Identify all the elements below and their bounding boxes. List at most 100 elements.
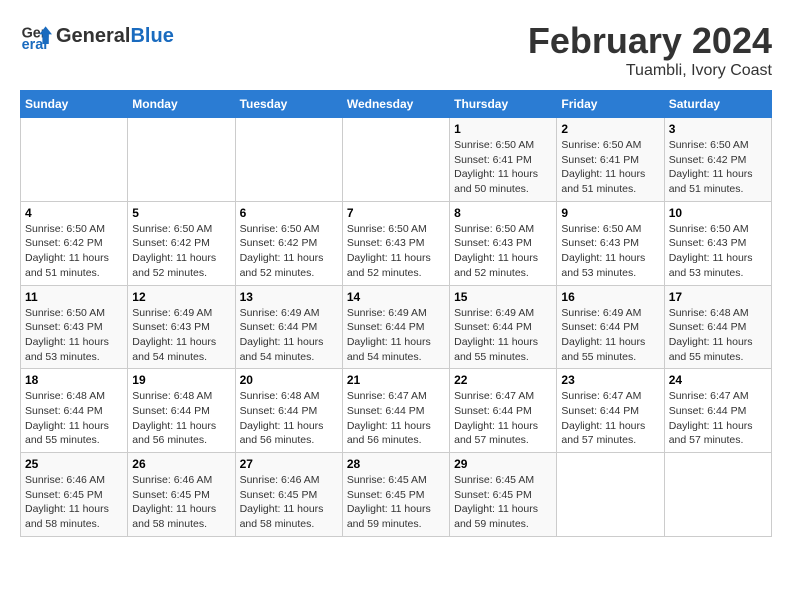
- day-info: Sunrise: 6:46 AM Sunset: 6:45 PM Dayligh…: [132, 473, 230, 532]
- day-number: 5: [132, 206, 230, 220]
- day-info: Sunrise: 6:50 AM Sunset: 6:43 PM Dayligh…: [669, 222, 767, 281]
- calendar-cell: 23 Sunrise: 6:47 AM Sunset: 6:44 PM Dayli…: [557, 369, 664, 453]
- day-info: Sunrise: 6:49 AM Sunset: 6:44 PM Dayligh…: [347, 306, 445, 365]
- day-number: 13: [240, 290, 338, 304]
- calendar-cell: 25 Sunrise: 6:46 AM Sunset: 6:45 PM Dayli…: [21, 453, 128, 537]
- day-info: Sunrise: 6:48 AM Sunset: 6:44 PM Dayligh…: [25, 389, 123, 448]
- day-info: Sunrise: 6:49 AM Sunset: 6:44 PM Dayligh…: [454, 306, 552, 365]
- day-number: 26: [132, 457, 230, 471]
- day-info: Sunrise: 6:47 AM Sunset: 6:44 PM Dayligh…: [454, 389, 552, 448]
- day-number: 15: [454, 290, 552, 304]
- day-number: 7: [347, 206, 445, 220]
- day-number: 23: [561, 373, 659, 387]
- calendar-cell: [21, 118, 128, 202]
- week-row-1: 1 Sunrise: 6:50 AM Sunset: 6:41 PM Daylig…: [21, 118, 772, 202]
- calendar-cell: 7Sunrise: 6:50 AM Sunset: 6:43 PM Daylig…: [342, 201, 449, 285]
- day-number: 24: [669, 373, 767, 387]
- calendar-cell: 2 Sunrise: 6:50 AM Sunset: 6:41 PM Daylig…: [557, 118, 664, 202]
- day-info: Sunrise: 6:50 AM Sunset: 6:43 PM Dayligh…: [25, 306, 123, 365]
- calendar-body: 1 Sunrise: 6:50 AM Sunset: 6:41 PM Daylig…: [21, 118, 772, 537]
- day-info: Sunrise: 6:47 AM Sunset: 6:44 PM Dayligh…: [561, 389, 659, 448]
- calendar-subtitle: Tuambli, Ivory Coast: [528, 62, 772, 80]
- day-info: Sunrise: 6:50 AM Sunset: 6:42 PM Dayligh…: [240, 222, 338, 281]
- header-row: SundayMondayTuesdayWednesdayThursdayFrid…: [21, 91, 772, 118]
- calendar-cell: 21 Sunrise: 6:47 AM Sunset: 6:44 PM Dayli…: [342, 369, 449, 453]
- day-number: 9: [561, 206, 659, 220]
- day-info: Sunrise: 6:45 AM Sunset: 6:45 PM Dayligh…: [454, 473, 552, 532]
- day-info: Sunrise: 6:50 AM Sunset: 6:41 PM Dayligh…: [454, 138, 552, 197]
- calendar-cell: [235, 118, 342, 202]
- day-number: 20: [240, 373, 338, 387]
- header-sunday: Sunday: [21, 91, 128, 118]
- day-info: Sunrise: 6:46 AM Sunset: 6:45 PM Dayligh…: [240, 473, 338, 532]
- calendar-table: SundayMondayTuesdayWednesdayThursdayFrid…: [20, 90, 772, 537]
- calendar-title: February 2024: [528, 20, 772, 62]
- calendar-cell: 5 Sunrise: 6:50 AM Sunset: 6:42 PM Daylig…: [128, 201, 235, 285]
- calendar-cell: 1 Sunrise: 6:50 AM Sunset: 6:41 PM Daylig…: [450, 118, 557, 202]
- day-info: Sunrise: 6:45 AM Sunset: 6:45 PM Dayligh…: [347, 473, 445, 532]
- day-number: 10: [669, 206, 767, 220]
- logo-blue: Blue: [130, 25, 173, 47]
- day-info: Sunrise: 6:50 AM Sunset: 6:43 PM Dayligh…: [454, 222, 552, 281]
- day-info: Sunrise: 6:46 AM Sunset: 6:45 PM Dayligh…: [25, 473, 123, 532]
- calendar-cell: 10 Sunrise: 6:50 AM Sunset: 6:43 PM Dayli…: [664, 201, 771, 285]
- calendar-cell: [128, 118, 235, 202]
- week-row-5: 25 Sunrise: 6:46 AM Sunset: 6:45 PM Dayli…: [21, 453, 772, 537]
- day-number: 6: [240, 206, 338, 220]
- day-info: Sunrise: 6:48 AM Sunset: 6:44 PM Dayligh…: [669, 306, 767, 365]
- day-number: 16: [561, 290, 659, 304]
- calendar-cell: 6 Sunrise: 6:50 AM Sunset: 6:42 PM Daylig…: [235, 201, 342, 285]
- calendar-cell: 29Sunrise: 6:45 AM Sunset: 6:45 PM Dayli…: [450, 453, 557, 537]
- day-number: 18: [25, 373, 123, 387]
- day-number: 8: [454, 206, 552, 220]
- calendar-cell: 3Sunrise: 6:50 AM Sunset: 6:42 PM Daylig…: [664, 118, 771, 202]
- day-number: 28: [347, 457, 445, 471]
- week-row-4: 18 Sunrise: 6:48 AM Sunset: 6:44 PM Dayli…: [21, 369, 772, 453]
- calendar-cell: 27 Sunrise: 6:46 AM Sunset: 6:45 PM Dayli…: [235, 453, 342, 537]
- day-info: Sunrise: 6:50 AM Sunset: 6:42 PM Dayligh…: [669, 138, 767, 197]
- calendar-cell: 16 Sunrise: 6:49 AM Sunset: 6:44 PM Dayli…: [557, 285, 664, 369]
- day-number: 27: [240, 457, 338, 471]
- day-info: Sunrise: 6:50 AM Sunset: 6:43 PM Dayligh…: [561, 222, 659, 281]
- calendar-cell: 8 Sunrise: 6:50 AM Sunset: 6:43 PM Daylig…: [450, 201, 557, 285]
- day-info: Sunrise: 6:49 AM Sunset: 6:43 PM Dayligh…: [132, 306, 230, 365]
- day-number: 14: [347, 290, 445, 304]
- day-number: 1: [454, 122, 552, 136]
- day-number: 17: [669, 290, 767, 304]
- calendar-cell: 24 Sunrise: 6:47 AM Sunset: 6:44 PM Dayli…: [664, 369, 771, 453]
- day-info: Sunrise: 6:50 AM Sunset: 6:41 PM Dayligh…: [561, 138, 659, 197]
- calendar-cell: 17 Sunrise: 6:48 AM Sunset: 6:44 PM Dayli…: [664, 285, 771, 369]
- day-number: 22: [454, 373, 552, 387]
- header-tuesday: Tuesday: [235, 91, 342, 118]
- day-info: Sunrise: 6:47 AM Sunset: 6:44 PM Dayligh…: [347, 389, 445, 448]
- title-block: February 2024 Tuambli, Ivory Coast: [528, 20, 772, 80]
- calendar-cell: 20 Sunrise: 6:48 AM Sunset: 6:44 PM Dayli…: [235, 369, 342, 453]
- calendar-cell: 15 Sunrise: 6:49 AM Sunset: 6:44 PM Dayli…: [450, 285, 557, 369]
- day-info: Sunrise: 6:49 AM Sunset: 6:44 PM Dayligh…: [561, 306, 659, 365]
- day-number: 25: [25, 457, 123, 471]
- calendar-cell: 26 Sunrise: 6:46 AM Sunset: 6:45 PM Dayli…: [128, 453, 235, 537]
- header-friday: Friday: [557, 91, 664, 118]
- calendar-cell: 19Sunrise: 6:48 AM Sunset: 6:44 PM Dayli…: [128, 369, 235, 453]
- page-header: Gen eral GeneralBlue February 2024 Tuamb…: [20, 20, 772, 80]
- header-thursday: Thursday: [450, 91, 557, 118]
- day-info: Sunrise: 6:47 AM Sunset: 6:44 PM Dayligh…: [669, 389, 767, 448]
- header-wednesday: Wednesday: [342, 91, 449, 118]
- day-number: 21: [347, 373, 445, 387]
- day-number: 2: [561, 122, 659, 136]
- day-info: Sunrise: 6:49 AM Sunset: 6:44 PM Dayligh…: [240, 306, 338, 365]
- calendar-cell: 22 Sunrise: 6:47 AM Sunset: 6:44 PM Dayli…: [450, 369, 557, 453]
- calendar-cell: 28 Sunrise: 6:45 AM Sunset: 6:45 PM Dayli…: [342, 453, 449, 537]
- day-info: Sunrise: 6:48 AM Sunset: 6:44 PM Dayligh…: [240, 389, 338, 448]
- day-info: Sunrise: 6:50 AM Sunset: 6:42 PM Dayligh…: [25, 222, 123, 281]
- calendar-cell: 4 Sunrise: 6:50 AM Sunset: 6:42 PM Daylig…: [21, 201, 128, 285]
- calendar-cell: 14 Sunrise: 6:49 AM Sunset: 6:44 PM Dayli…: [342, 285, 449, 369]
- calendar-cell: 9 Sunrise: 6:50 AM Sunset: 6:43 PM Daylig…: [557, 201, 664, 285]
- day-number: 19: [132, 373, 230, 387]
- calendar-cell: 18 Sunrise: 6:48 AM Sunset: 6:44 PM Dayli…: [21, 369, 128, 453]
- day-info: Sunrise: 6:50 AM Sunset: 6:42 PM Dayligh…: [132, 222, 230, 281]
- day-number: 4: [25, 206, 123, 220]
- week-row-2: 4 Sunrise: 6:50 AM Sunset: 6:42 PM Daylig…: [21, 201, 772, 285]
- logo: Gen eral GeneralBlue: [20, 20, 174, 52]
- calendar-cell: 13 Sunrise: 6:49 AM Sunset: 6:44 PM Dayli…: [235, 285, 342, 369]
